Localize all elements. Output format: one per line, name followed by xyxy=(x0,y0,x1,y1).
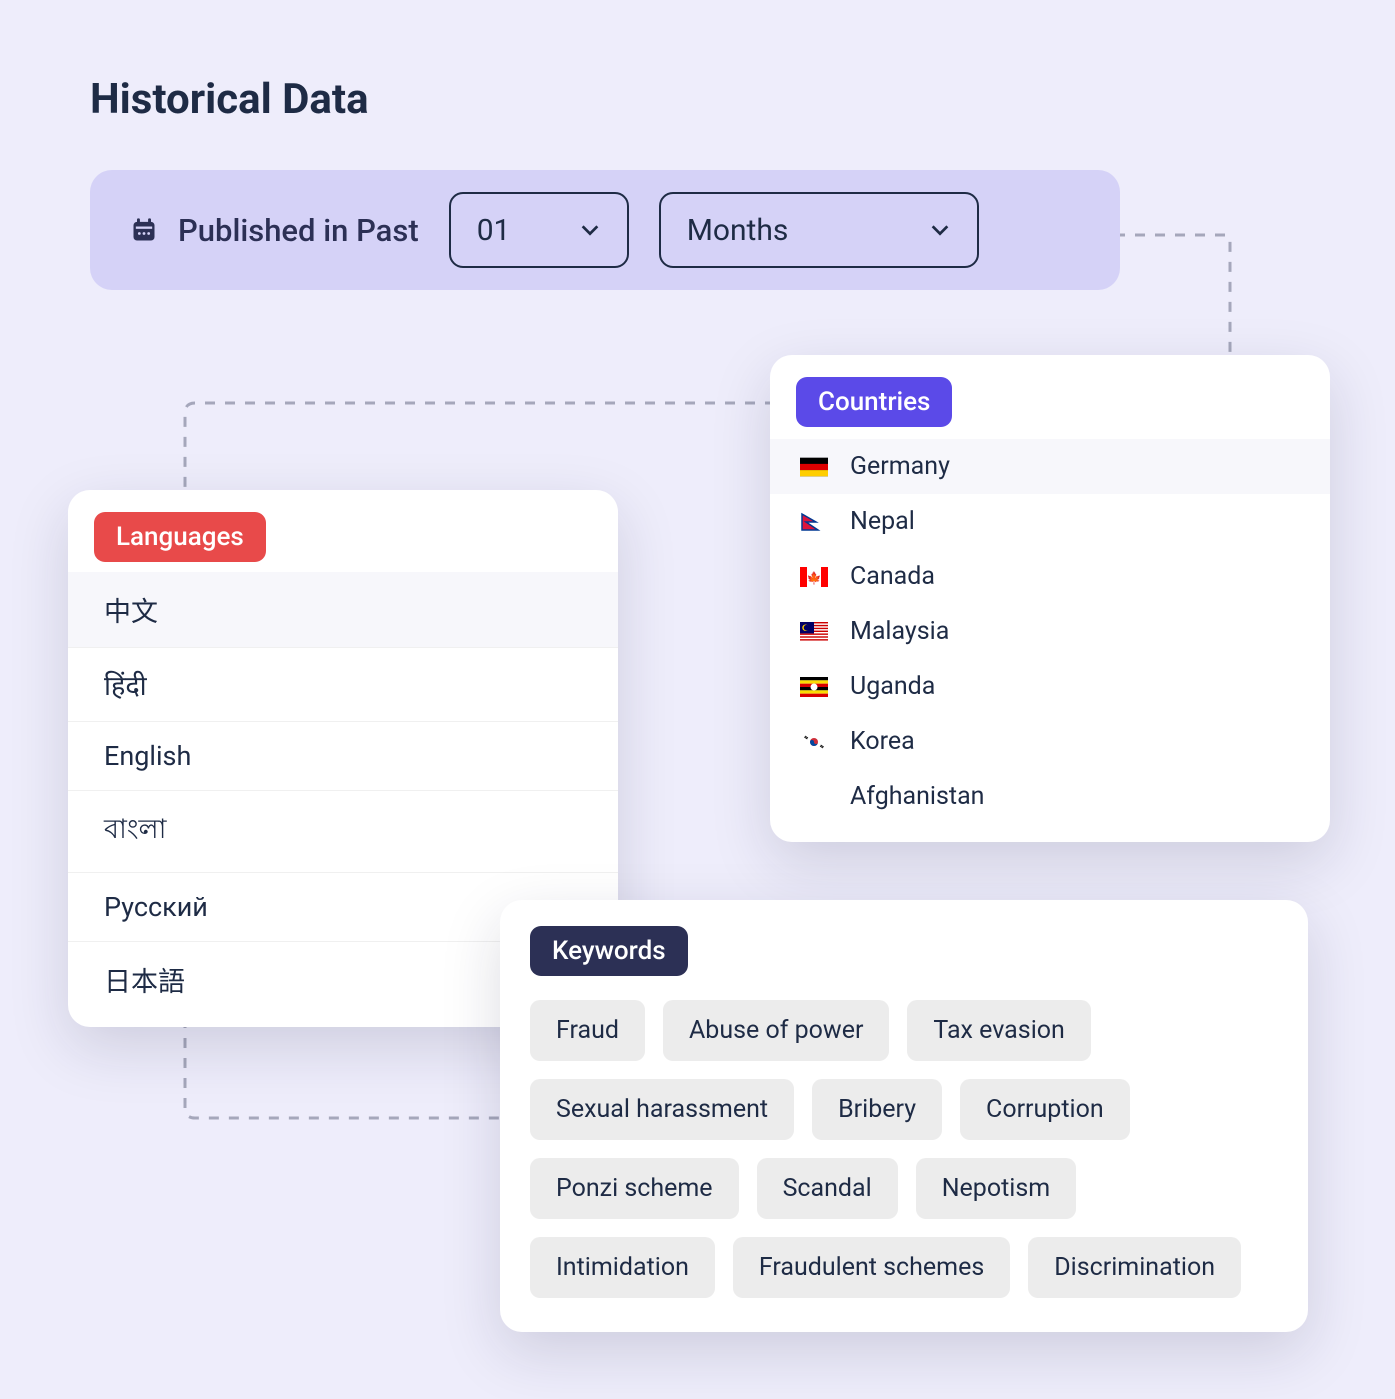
keyword-chip[interactable]: Scandal xyxy=(757,1158,898,1219)
keyword-chip[interactable]: Sexual harassment xyxy=(530,1079,794,1140)
unit-select-value: Months xyxy=(687,213,789,248)
country-name: Korea xyxy=(850,727,915,756)
language-item[interactable]: हिंदी xyxy=(68,648,618,722)
language-item[interactable]: 中文 xyxy=(68,572,618,648)
country-item[interactable]: Korea xyxy=(770,714,1330,769)
countries-pill: Countries xyxy=(796,377,952,427)
unit-select[interactable]: Months xyxy=(659,192,979,268)
language-item[interactable]: English xyxy=(68,722,618,791)
canada-flag-icon: 🍁 xyxy=(800,567,828,587)
filter-label: Published in Past xyxy=(178,212,419,249)
country-name: Nepal xyxy=(850,507,915,536)
country-item[interactable]: Germany xyxy=(770,439,1330,494)
korea-flag-icon xyxy=(800,732,828,752)
countries-card: Countries Germany Nepal 🍁 Canada Malaysia Uga… xyxy=(770,355,1330,842)
country-item[interactable]: Uganda xyxy=(770,659,1330,714)
afghanistan-flag-icon xyxy=(800,787,828,807)
country-name: Canada xyxy=(850,562,935,591)
germany-flag-icon xyxy=(800,457,828,477)
keyword-chip[interactable]: Fraudulent schemes xyxy=(733,1237,1010,1298)
keyword-chip[interactable]: Intimidation xyxy=(530,1237,715,1298)
keyword-chip[interactable]: Abuse of power xyxy=(663,1000,889,1061)
countries-list: Germany Nepal 🍁 Canada Malaysia Uganda Korea Af… xyxy=(770,439,1330,824)
languages-pill: Languages xyxy=(94,512,266,562)
keyword-chip[interactable]: Corruption xyxy=(960,1079,1130,1140)
country-item[interactable]: Malaysia xyxy=(770,604,1330,659)
keyword-chips: Fraud Abuse of power Tax evasion Sexual har… xyxy=(530,1000,1278,1298)
date-filter-bar: Published in Past 01 Months xyxy=(90,170,1120,290)
keyword-chip[interactable]: Ponzi scheme xyxy=(530,1158,739,1219)
country-item[interactable]: Afghanistan xyxy=(770,769,1330,824)
keywords-pill: Keywords xyxy=(530,926,688,976)
svg-text:🍁: 🍁 xyxy=(807,571,822,585)
chevron-down-icon xyxy=(929,219,951,241)
keyword-chip[interactable]: Nepotism xyxy=(916,1158,1076,1219)
country-item[interactable]: 🍁 Canada xyxy=(770,549,1330,604)
country-name: Germany xyxy=(850,452,950,481)
keywords-card: Keywords Fraud Abuse of power Tax evasion S… xyxy=(500,900,1308,1332)
nepal-flag-icon xyxy=(800,512,828,532)
uganda-flag-icon xyxy=(800,677,828,697)
keyword-chip[interactable]: Tax evasion xyxy=(907,1000,1090,1061)
country-name: Afghanistan xyxy=(850,782,985,811)
page-title: Historical Data xyxy=(90,75,369,124)
keyword-chip[interactable]: Fraud xyxy=(530,1000,645,1061)
malaysia-flag-icon xyxy=(800,622,828,642)
number-select[interactable]: 01 xyxy=(449,192,629,268)
language-item[interactable]: বাংলা xyxy=(68,791,618,873)
chevron-down-icon xyxy=(579,219,601,241)
keyword-chip[interactable]: Discrimination xyxy=(1028,1237,1241,1298)
country-item[interactable]: Nepal xyxy=(770,494,1330,549)
country-name: Uganda xyxy=(850,672,935,701)
country-name: Malaysia xyxy=(850,617,949,646)
number-select-value: 01 xyxy=(477,213,511,248)
calendar-icon xyxy=(130,216,158,244)
keyword-chip[interactable]: Bribery xyxy=(812,1079,942,1140)
